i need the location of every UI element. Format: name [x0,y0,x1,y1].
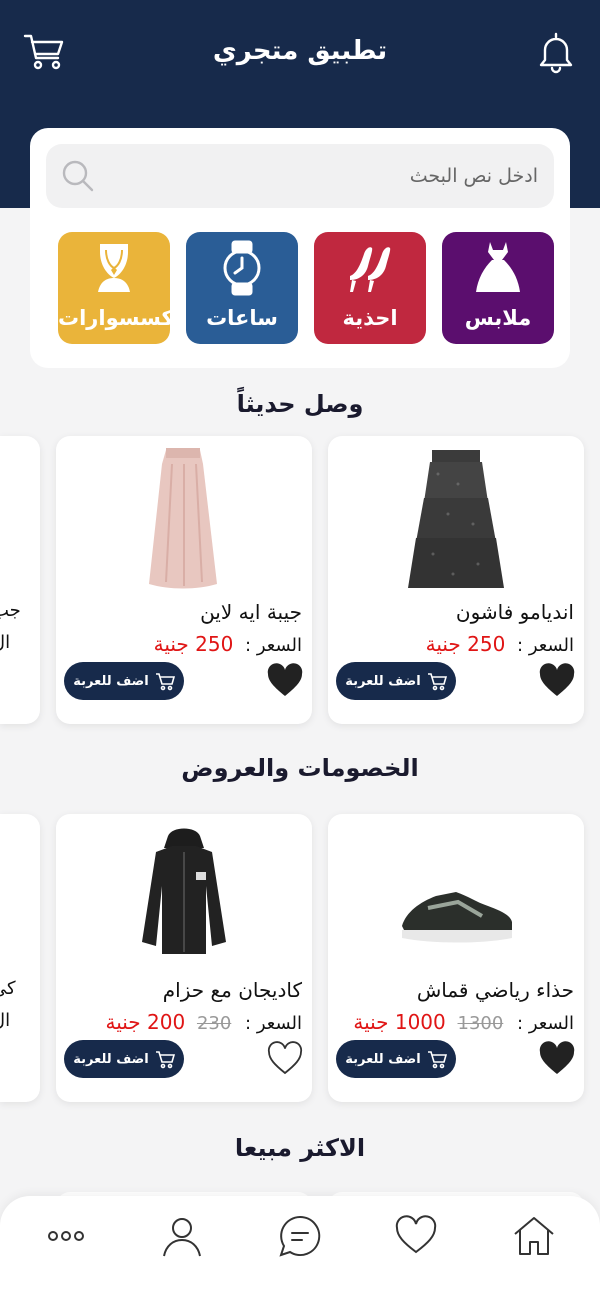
favorite-heart-icon[interactable] [266,662,304,700]
price-value: 250 جنية [153,632,234,656]
section-title-best-sellers: الاكثر مبيعا [234,1134,366,1162]
necklace-icon [86,240,142,296]
add-to-cart-label: اضف للعربة [345,673,421,689]
product-name: حذاء رياضي قماش [416,978,574,1002]
home-icon[interactable] [512,1214,556,1258]
cart-icon [155,1051,175,1069]
search-category-panel: اكسسوارات ساعات [30,128,570,368]
old-price: 230 [196,1013,232,1034]
old-price: 1300 [457,1013,504,1034]
price-value: 250 جنية [425,632,506,656]
product-price: السعر : 250 جنية [426,632,574,656]
category-shoes[interactable]: احذية [314,232,426,344]
category-watches[interactable]: ساعات [186,232,298,344]
category-label: احذية [342,306,398,330]
section-title-new-arrivals: وصل حديثاً [236,390,364,418]
add-to-cart-button[interactable]: اضف للعربة [336,662,456,700]
add-to-cart-button[interactable]: اضف للعربة [64,1040,184,1078]
search-bar[interactable] [46,144,554,208]
price-value: 200 جنية [105,1010,186,1034]
product-card[interactable]: حذاء رياضي قماش السعر : 1300 1000 جنية ا… [328,814,584,1102]
favorite-heart-outline-icon[interactable] [266,1040,304,1078]
partial-name: جب [0,600,21,621]
category-list: اكسسوارات ساعات احذية ملابس [58,232,554,344]
product-image [388,822,524,972]
product-price: السعر : 230 200 جنية [106,1010,302,1034]
section-title-discounts: الخصومات والعروض [181,754,419,782]
add-to-cart-button[interactable]: اضف للعربة [64,662,184,700]
cart-icon [427,673,447,691]
add-to-cart-button[interactable]: اضف للعربة [336,1040,456,1078]
product-name: كاديجان مع حزام [162,978,302,1002]
price-label: السعر : [245,635,302,656]
dress-icon [470,240,526,296]
product-image [116,444,252,594]
favorite-heart-icon[interactable] [538,1040,576,1078]
product-price: السعر : 1300 1000 جنية [353,1010,574,1034]
product-image [116,822,252,972]
search-icon[interactable] [60,158,96,194]
price-label: السعر : [517,635,574,656]
bottom-navigation [0,1196,600,1299]
cart-icon [427,1051,447,1069]
partial-price: ال [0,632,11,653]
product-card[interactable]: كاديجان مع حزام السعر : 230 200 جنية اضف… [56,814,312,1102]
more-icon[interactable] [44,1214,88,1258]
product-card-partial[interactable]: كي ال [0,814,40,1102]
heart-icon[interactable] [394,1214,438,1258]
add-to-cart-label: اضف للعربة [73,1051,149,1067]
heels-icon [342,240,398,296]
add-to-cart-label: اضف للعربة [345,1051,421,1067]
partial-price: ال [0,1010,11,1031]
partial-name: كي [0,978,16,999]
product-card[interactable]: جيبة ايه لاين السعر : 250 جنية اضف للعرب… [56,436,312,724]
category-clothes[interactable]: ملابس [442,232,554,344]
favorite-heart-icon[interactable] [538,662,576,700]
profile-icon[interactable] [160,1214,204,1258]
category-label: ملابس [464,306,532,330]
category-accessories[interactable]: اكسسوارات [58,232,181,344]
app-title: تطبيق متجري [212,36,388,66]
product-image [388,444,524,594]
product-card-partial[interactable]: جب ال [0,436,40,724]
product-card[interactable]: انديامو فاشون السعر : 250 جنية اضف للعرب… [328,436,584,724]
product-price: السعر : 250 جنية [154,632,302,656]
add-to-cart-label: اضف للعربة [73,673,149,689]
category-label: ساعات [206,306,278,330]
product-name: جيبة ايه لاين [200,600,302,624]
product-name: انديامو فاشون [455,600,574,624]
chat-icon[interactable] [278,1214,322,1258]
bell-icon[interactable] [534,30,578,74]
search-input[interactable] [118,144,538,208]
category-label: اكسسوارات [58,306,181,330]
price-value: 1000 جنية [353,1010,446,1034]
price-label: السعر : [245,1013,302,1034]
cart-icon [155,673,175,691]
price-label: السعر : [517,1013,574,1034]
watch-icon [214,240,270,296]
